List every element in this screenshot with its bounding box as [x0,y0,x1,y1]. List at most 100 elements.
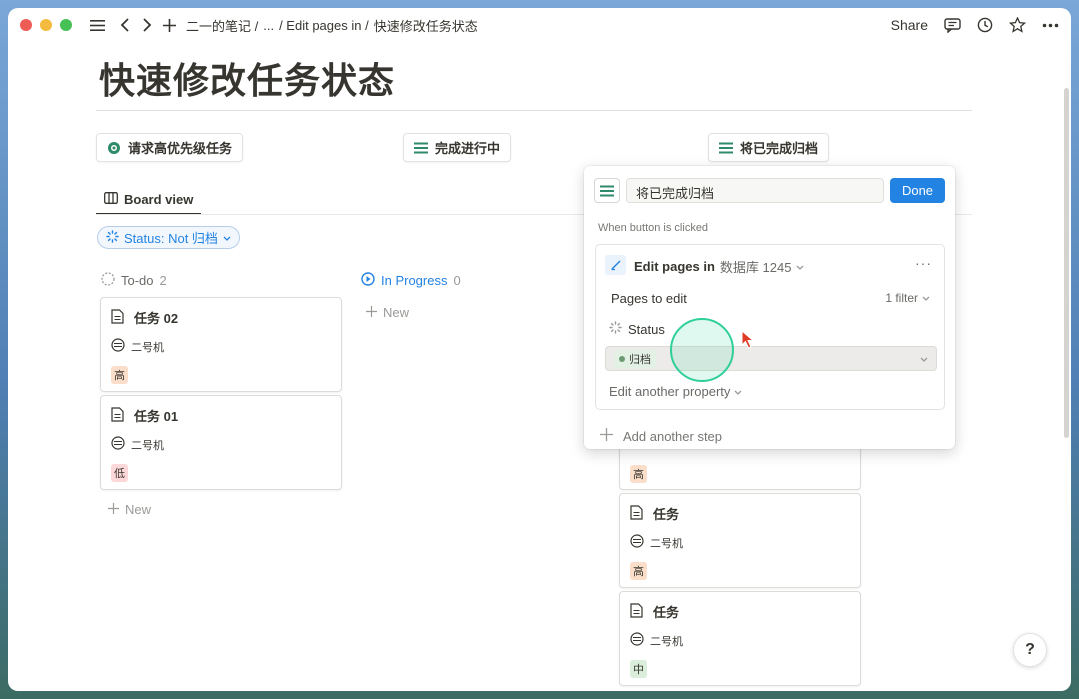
board-card[interactable]: 任务 02 二号机 高 [100,297,342,392]
emoji-face-icon [630,632,644,649]
mouse-cursor-icon [741,329,755,355]
done-button[interactable]: Done [890,178,945,203]
new-card-button-todo[interactable]: New [108,502,151,517]
emoji-face-icon [111,338,125,355]
priority-tag: 低 [111,464,128,482]
plus-icon [366,305,377,320]
status-filter-chip[interactable]: Status: Not 归档 [97,226,240,249]
pages-to-edit-label: Pages to edit [611,291,687,306]
card-title: 任务 02 [134,311,179,326]
todo-status-icon [101,272,115,289]
status-dot-icon [619,353,625,365]
more-icon[interactable] [1042,23,1059,28]
chevron-down-icon [734,384,742,399]
hamburger-icon[interactable] [86,19,108,32]
forward-icon[interactable] [136,18,158,32]
breadcrumb-item[interactable]: / Edit pages in / [279,18,369,33]
plus-icon [600,428,613,444]
button-settings-popup: 将已完成归档 Done When button is clicked Edit … [584,166,955,449]
column-label: In Progress [381,273,448,288]
title-divider [96,110,972,111]
add-another-step-button[interactable]: Add another step [600,428,722,444]
step-database: 数据库 1245 [719,260,792,275]
filter-count-label: 1 filter [885,291,918,305]
column-label: To-do [121,273,154,288]
status-spinner-icon [609,321,622,337]
more-icon[interactable]: ··· [915,255,932,271]
archive-completed-button[interactable]: 将已完成归档 [708,133,830,162]
edit-another-property-button[interactable]: Edit another property [609,384,742,399]
machine-label: 二号机 [650,635,683,648]
breadcrumb: 二一的笔记 / ... / Edit pages in / 快速修改任务状态 [186,16,483,35]
new-card-button-in-progress[interactable]: New [366,305,409,320]
priority-tag: 高 [630,562,647,580]
filter-count-dropdown[interactable]: 1 filter [885,291,930,305]
view-tabs: Board view [96,185,202,215]
status-value-pill: 归档 [614,349,656,368]
complete-in-progress-button[interactable]: 完成进行中 [403,133,512,162]
card-machine: 二号机 [630,534,683,551]
chevron-down-icon [796,259,804,274]
edit-another-label: Edit another property [609,384,731,399]
step-title-row[interactable]: Edit pages in 数据库 1245 [634,257,804,276]
plus-icon[interactable] [158,18,180,32]
comment-icon[interactable] [944,17,961,33]
page-icon [111,406,124,425]
page-icon [111,308,124,327]
status-property-row[interactable]: Status [609,321,665,337]
card-title-row: 任务 [630,504,679,523]
breadcrumb-item[interactable]: 二一的笔记 / [186,16,258,35]
chevron-down-icon [922,291,930,305]
page-icon [630,504,643,523]
target-icon [107,141,121,155]
breadcrumb-item[interactable]: ... [263,18,274,33]
tab-board-view[interactable]: Board view [96,185,202,215]
top-bar: 二一的笔记 / ... / Edit pages in / 快速修改任务状态 S… [8,8,1071,42]
board-card[interactable]: 任务 01 二号机 低 [100,395,342,490]
request-priority-button[interactable]: 请求高优先级任务 [96,133,244,162]
plus-icon [108,502,119,517]
chevron-down-icon [223,230,231,245]
button-icon-picker[interactable] [594,178,620,203]
in-progress-icon [361,272,375,289]
close-window-button[interactable] [20,19,32,31]
card-machine: 二号机 [111,436,164,453]
window-controls [20,19,72,31]
column-header-todo[interactable]: To-do 2 [101,272,167,289]
page-title[interactable]: 快速修改任务状态 [99,52,395,104]
emoji-face-icon [630,534,644,551]
zoom-window-button[interactable] [60,19,72,31]
share-button[interactable]: Share [891,17,928,33]
machine-label: 二号机 [131,341,164,354]
breadcrumb-current[interactable]: 快速修改任务状态 [374,16,478,35]
help-button[interactable]: ? [1013,633,1047,667]
new-label: New [125,502,152,517]
history-icon[interactable] [977,17,993,33]
app-window: 二一的笔记 / ... / Edit pages in / 快速修改任务状态 S… [8,8,1071,691]
status-value: 归档 [629,353,651,366]
column-header-in-progress[interactable]: In Progress 0 [361,272,461,289]
minimize-window-button[interactable] [40,19,52,31]
button-label: 将已完成归档 [740,141,819,156]
priority-tag: 高 [111,366,128,384]
button-name-input[interactable]: 将已完成归档 [626,178,884,203]
status-value-select[interactable]: 归档 [605,346,937,371]
trigger-label: When button is clicked [598,222,709,234]
column-count: 0 [453,273,461,288]
board-card[interactable]: 任务 二号机 中 [619,591,861,686]
scrollbar[interactable] [1064,88,1069,438]
status-label: Status [628,321,665,337]
column-count: 2 [159,273,167,288]
card-title: 任务 [653,605,680,620]
star-icon[interactable] [1009,17,1026,33]
machine-label: 二号机 [131,439,164,452]
status-spinner-icon [106,229,119,246]
add-step-label: Add another step [623,428,723,444]
card-title: 任务 01 [134,409,179,424]
tab-label: Board view [124,191,194,207]
back-icon[interactable] [114,18,136,32]
priority-tag: 中 [630,660,647,678]
list-icon [719,142,733,154]
board-card[interactable]: 任务 二号机 高 [619,493,861,588]
priority-tag: 高 [630,465,647,483]
